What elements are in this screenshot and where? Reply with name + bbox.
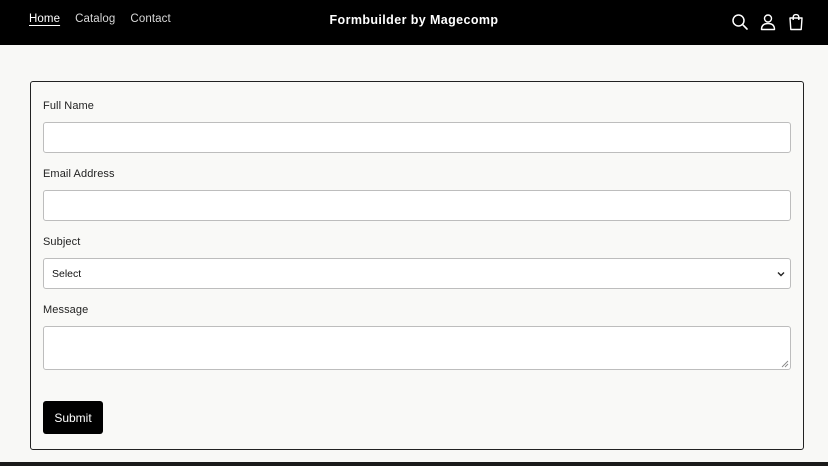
site-header: Home Catalog Contact Formbuilder by Mage… [0,0,828,45]
submit-button[interactable]: Submit [43,401,103,434]
contact-form: Full Name Email Address Subject Select M… [30,81,804,450]
nav-link-home[interactable]: Home [29,13,60,25]
brand-title[interactable]: Formbuilder by Magecomp [330,13,499,27]
message-textarea[interactable] [43,326,791,370]
subject-label: Subject [43,236,81,248]
nav-link-contact[interactable]: Contact [130,13,170,25]
subject-select[interactable]: Select [43,258,791,289]
subject-selected-value: Select [52,268,82,280]
account-icon[interactable] [758,12,778,32]
email-input[interactable] [43,190,791,221]
footer-border [0,462,828,466]
resize-handle-icon[interactable] [781,360,789,368]
email-label: Email Address [43,168,115,180]
message-label: Message [43,304,89,316]
full-name-input[interactable] [43,122,791,153]
main-nav: Home Catalog Contact [29,13,186,25]
search-icon[interactable] [730,12,750,32]
header-icons [722,12,806,32]
chevron-down-icon [777,272,785,277]
cart-icon[interactable] [786,12,806,32]
full-name-label: Full Name [43,100,95,112]
nav-link-catalog[interactable]: Catalog [75,13,115,25]
